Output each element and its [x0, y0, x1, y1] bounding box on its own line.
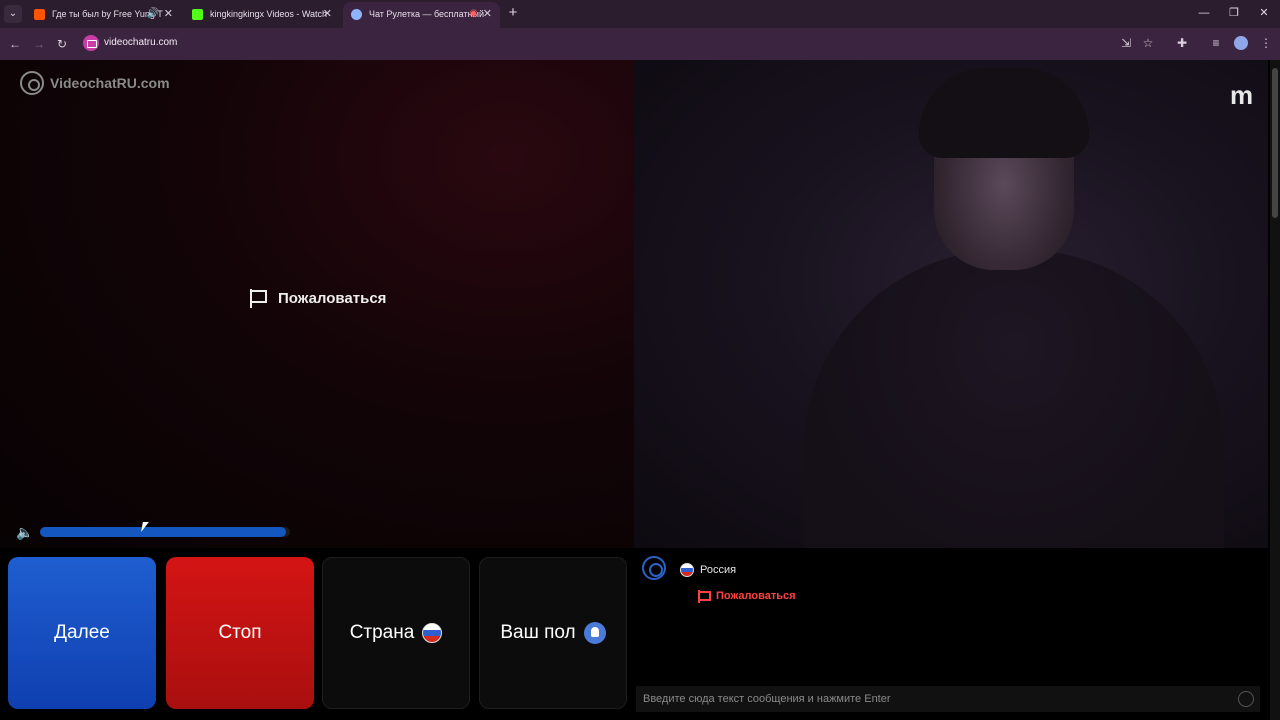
local-video: VideochatRU.com Пожаловаться 🔈	[0, 60, 634, 548]
gender-button[interactable]: Ваш пол	[479, 557, 627, 709]
chat-report-label: Пожаловаться	[716, 590, 796, 602]
videochat-icon	[351, 9, 362, 20]
scrollbar-thumb[interactable]	[1272, 68, 1278, 218]
extensions-icon[interactable]: ✚	[1174, 35, 1190, 51]
brand-name: VideochatRU.com	[50, 75, 170, 91]
partner-hair	[919, 68, 1089, 158]
country-label: Страна	[349, 622, 415, 643]
forward-icon[interactable]: →	[30, 35, 48, 53]
stop-label: Стоп	[218, 622, 262, 643]
tab-title: kingkingkingx Videos - Watch	[210, 9, 328, 19]
tab-videochat[interactable]: Чат Рулетка — бесплатный ◉ ✕	[343, 2, 500, 28]
bookmark-star-icon[interactable]: ☆	[1140, 35, 1156, 51]
emoji-icon[interactable]	[1238, 691, 1254, 707]
tab-search-button[interactable]: ⌄	[4, 5, 22, 23]
kick-icon	[192, 9, 203, 20]
chat-message-input[interactable]	[636, 686, 1260, 712]
partner-video	[634, 60, 1268, 548]
country-button[interactable]: Страна	[322, 557, 470, 709]
site-info-icon[interactable]	[83, 35, 99, 51]
partner-country: Россия	[680, 563, 736, 577]
close-icon[interactable]: ✕	[323, 2, 332, 26]
recording-icon: ◉	[469, 8, 478, 19]
close-icon[interactable]: ✕	[164, 2, 173, 26]
chat-report-link[interactable]: Пожаловаться	[696, 589, 796, 603]
tab-kick[interactable]: kingkingkingx Videos - Watch ✕	[184, 2, 340, 28]
media-control-icon[interactable]: ≡	[1208, 35, 1224, 51]
volume-slider-fill	[40, 527, 286, 537]
report-label: Пожаловаться	[278, 289, 387, 307]
next-label: Далее	[54, 622, 110, 643]
watermark-logo-icon: m	[1230, 80, 1253, 110]
brand-logo[interactable]: VideochatRU.com	[20, 70, 170, 96]
videochat-logo-icon	[20, 71, 44, 95]
page: VideochatRU.com Пожаловаться 🔈 m Далее С…	[0, 60, 1280, 720]
close-icon[interactable]: ✕	[483, 2, 492, 26]
tab-soundcloud[interactable]: Где ты был by Free Yung T 🔊 ✕	[26, 2, 181, 28]
partner-body	[804, 250, 1224, 548]
back-icon[interactable]: ←	[6, 35, 24, 53]
address-bar: ← → ↻	[0, 28, 1280, 60]
install-app-icon[interactable]: ⇲	[1118, 35, 1134, 51]
videochat-logo-icon	[642, 556, 666, 580]
close-window-icon[interactable]: ✕	[1254, 4, 1274, 22]
scrollbar[interactable]	[1270, 60, 1280, 720]
restore-icon[interactable]: ❐	[1224, 4, 1244, 22]
profile-avatar[interactable]	[1234, 36, 1248, 50]
volume-slider[interactable]	[40, 527, 290, 537]
partner-country-label: Россия	[700, 564, 737, 576]
report-button[interactable]: Пожаловаться	[248, 288, 386, 308]
russia-flag-icon	[680, 563, 694, 577]
volume-icon[interactable]: 🔈	[16, 524, 34, 540]
tab-title: Чат Рулетка — бесплатный	[369, 9, 485, 19]
flag-icon	[696, 589, 711, 603]
new-tab-button[interactable]: +	[505, 4, 521, 22]
reload-icon[interactable]: ↻	[53, 35, 71, 53]
url-field[interactable]: videochatru.com	[104, 37, 177, 48]
chat-panel: Россия Пожаловаться	[636, 548, 1268, 720]
gender-label: Ваш пол	[500, 622, 576, 643]
russia-flag-icon	[422, 623, 443, 643]
speaker-icon[interactable]: 🔊	[147, 2, 159, 26]
next-button[interactable]: Далее	[8, 557, 156, 709]
stop-button[interactable]: Стоп	[166, 557, 314, 709]
flag-icon	[248, 288, 268, 308]
gender-icon	[583, 622, 606, 644]
soundcloud-icon	[34, 9, 45, 20]
menu-icon[interactable]: ⋮	[1258, 35, 1274, 51]
minimize-icon[interactable]: —	[1194, 4, 1214, 22]
tab-bar: ⌄ Где ты был by Free Yung T 🔊 ✕ kingking…	[0, 0, 1280, 28]
